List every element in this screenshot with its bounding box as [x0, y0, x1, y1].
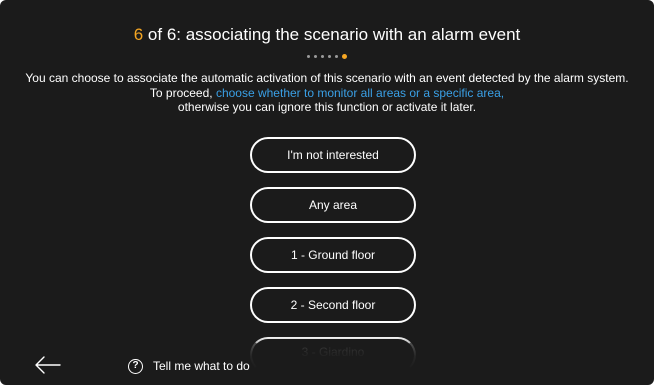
wizard-screen: 6 of 6: associating the scenario with an… [0, 0, 654, 385]
question-circle-icon: ? [128, 358, 143, 374]
title-text: of 6: associating the scenario with an a… [143, 25, 521, 44]
options-list: I'm not interested Any area 1 - Ground f… [250, 137, 416, 385]
step-number: 6 [133, 25, 144, 44]
description-text-after: otherwise you can ignore this function o… [177, 100, 477, 114]
step-dot-3 [321, 55, 324, 58]
description: You can choose to associate the automati… [20, 71, 634, 115]
option-ground-floor-button[interactable]: 1 - Ground floor [250, 237, 416, 273]
step-dot-4 [328, 55, 331, 58]
option-any-area-button[interactable]: Any area [250, 187, 416, 223]
option-giardino-button[interactable]: 3 - Giardino [250, 337, 416, 373]
back-button[interactable] [34, 355, 62, 375]
step-dot-2 [314, 55, 317, 58]
step-dot-6-active [342, 54, 347, 59]
description-link[interactable]: choose whether to monitor all areas or a… [216, 86, 504, 100]
arrow-left-icon [35, 356, 61, 374]
page-title: 6 of 6: associating the scenario with an… [0, 25, 654, 45]
step-dot-5 [335, 55, 338, 58]
option-second-floor-button[interactable]: 2 - Second floor [250, 287, 416, 323]
help-button[interactable]: ? Tell me what to do [128, 357, 250, 375]
step-indicator [0, 54, 654, 59]
help-label: Tell me what to do [153, 359, 250, 373]
step-dot-1 [307, 55, 310, 58]
option-not-interested-button[interactable]: I'm not interested [250, 137, 416, 173]
